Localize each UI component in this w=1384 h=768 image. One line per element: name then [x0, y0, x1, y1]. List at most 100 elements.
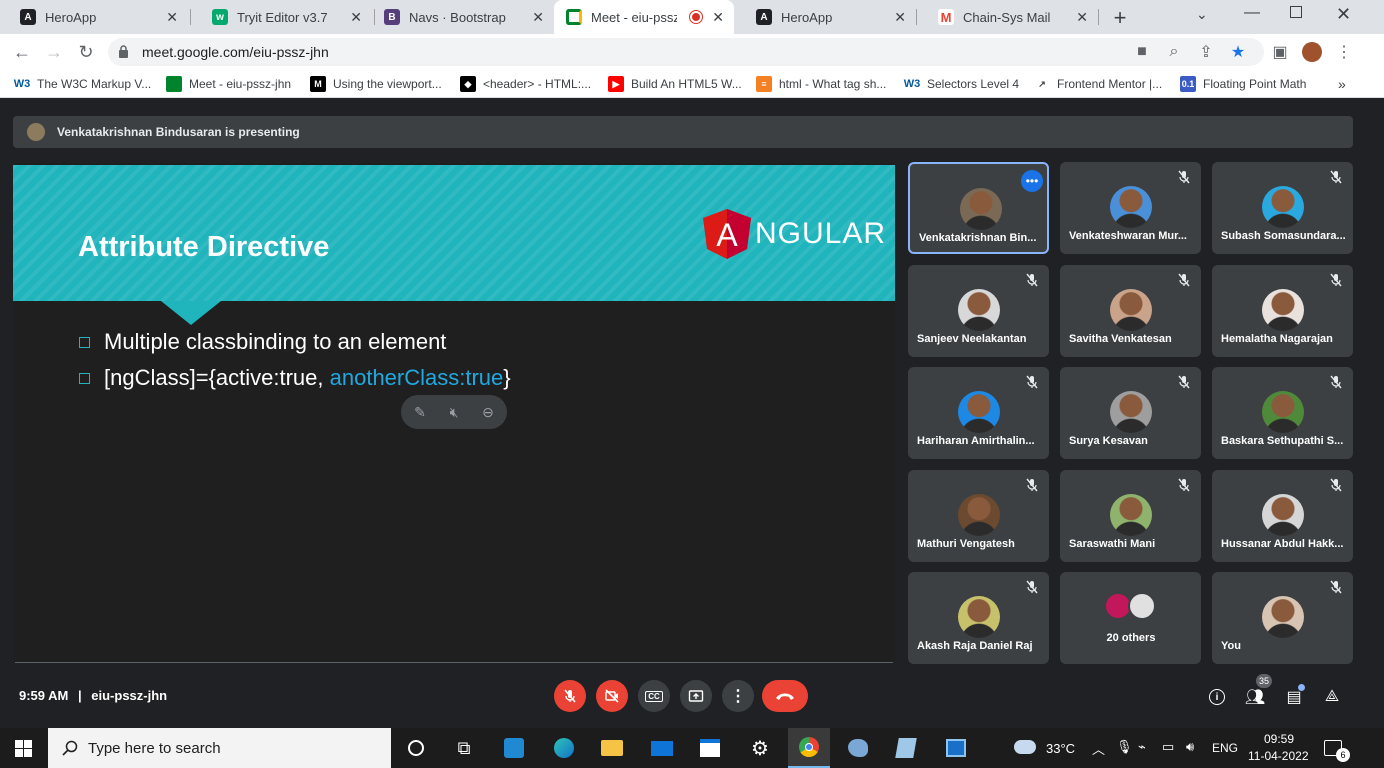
photos-icon[interactable]: [944, 736, 968, 760]
microphone-tray-icon[interactable]: 🎙︎: [1116, 739, 1133, 755]
bookmark-item[interactable]: ◆ <header> - HTML:...: [460, 75, 591, 93]
back-button[interactable]: ←: [10, 40, 34, 64]
chevron-up-icon[interactable]: ︿: [1092, 739, 1105, 758]
language-indicator[interactable]: ENG: [1212, 741, 1238, 755]
chat-button[interactable]: ▤: [1283, 684, 1305, 708]
pin-off-icon[interactable]: ✎: [411, 403, 429, 421]
bookmark-item[interactable]: ▶ Build An HTML5 W...: [608, 75, 742, 93]
avatar: [1110, 494, 1152, 536]
close-icon[interactable]: ✕: [1076, 9, 1088, 26]
bookmarks-overflow-button[interactable]: »: [1338, 75, 1346, 93]
chrome-taskbar-active[interactable]: [788, 728, 830, 768]
participant-tile[interactable]: Venkatakrishnan Bin... •••: [908, 162, 1049, 254]
participant-tile[interactable]: Hariharan Amirthalin...: [908, 367, 1049, 459]
cortana-icon[interactable]: [404, 736, 428, 760]
clock-time[interactable]: 09:59: [1264, 732, 1294, 746]
mic-off-icon: [1178, 273, 1190, 287]
tab-title: HeroApp: [781, 9, 833, 25]
bookmark-star-icon[interactable]: ★: [1228, 42, 1248, 62]
minimize-button[interactable]: —: [1244, 4, 1260, 22]
volume-icon[interactable]: 🔊︎: [1186, 739, 1194, 755]
vscode-icon[interactable]: [502, 736, 526, 760]
mail-icon[interactable]: [650, 736, 674, 760]
participant-name: Hemalatha Nagarajan: [1221, 333, 1333, 345]
activities-icon: ⟁: [1324, 688, 1340, 705]
edge-icon[interactable]: [552, 736, 576, 760]
new-tab-button[interactable]: +: [1110, 5, 1130, 30]
participant-tile[interactable]: Venkateshwaran Mur...: [1060, 162, 1201, 254]
separator: |: [78, 688, 82, 703]
taskbar-search-box[interactable]: Type here to search: [48, 728, 391, 768]
captions-button[interactable]: CC: [638, 680, 670, 712]
close-icon[interactable]: ✕: [894, 9, 906, 26]
participant-tile[interactable]: Akash Raja Daniel Raj: [908, 572, 1049, 664]
url-text[interactable]: meet.google.com/eiu-pssz-jhn: [142, 44, 329, 60]
tab-heroapp[interactable]: A HeroApp ✕: [0, 0, 188, 34]
settings-gear-icon[interactable]: ⚙: [748, 736, 772, 760]
mute-audio-icon[interactable]: 🔇︎: [445, 403, 463, 421]
meeting-details-button[interactable]: i: [1206, 686, 1228, 708]
tab-meet[interactable]: Meet - eiu-pssz-jh ✕: [554, 0, 734, 34]
participant-tile[interactable]: You: [1212, 572, 1353, 664]
tab-heroapp-2[interactable]: A HeroApp ✕: [736, 0, 916, 34]
maximize-button[interactable]: [1290, 6, 1302, 18]
address-bar[interactable]: meet.google.com/eiu-pssz-jhn ■ ⌕ ⇪ ★: [108, 38, 1264, 66]
notepad-icon[interactable]: [894, 736, 918, 760]
bookmark-item[interactable]: ≡ html - What tag sh...: [756, 75, 886, 93]
tab-gmail[interactable]: M Chain-Sys Mail ✕: [918, 0, 1098, 34]
camera-icon[interactable]: ■: [1132, 42, 1152, 62]
tab-tryit-editor[interactable]: w Tryit Editor v3.7 ✕: [192, 0, 372, 34]
participant-tile[interactable]: Mathuri Vengatesh: [908, 470, 1049, 562]
zoom-icon[interactable]: ⌕: [1164, 42, 1184, 62]
sidepanel-icon[interactable]: ▣: [1270, 42, 1290, 62]
bookmark-item[interactable]: Meet - eiu-pssz-jhn: [166, 75, 291, 93]
bookmark-item[interactable]: W3 The W3C Markup V...: [14, 75, 152, 93]
store-icon[interactable]: [698, 736, 722, 760]
participant-name: Surya Kesavan: [1069, 435, 1148, 447]
close-icon[interactable]: ✕: [350, 9, 362, 26]
participant-tile[interactable]: Baskara Sethupathi S...: [1212, 367, 1353, 459]
bookmark-item[interactable]: M Using the viewport...: [310, 75, 442, 93]
reload-button[interactable]: ↻: [74, 40, 98, 64]
menu-icon[interactable]: ⋮: [1334, 42, 1354, 62]
power-tray-icon[interactable]: ⌁: [1138, 739, 1146, 755]
present-button[interactable]: [680, 680, 712, 712]
people-button[interactable]: 👥︎: [1244, 686, 1266, 708]
close-icon[interactable]: ✕: [532, 9, 544, 26]
participant-tile[interactable]: Surya Kesavan: [1060, 367, 1201, 459]
participant-tile[interactable]: Hussanar Abdul Hakk...: [1212, 470, 1353, 562]
participant-tile[interactable]: Saraswathi Mani: [1060, 470, 1201, 562]
file-explorer-icon[interactable]: [600, 736, 624, 760]
microphone-button[interactable]: [554, 680, 586, 712]
window-close-button[interactable]: ✕: [1336, 4, 1351, 25]
network-icon[interactable]: ▭: [1162, 739, 1174, 755]
share-icon[interactable]: ⇪: [1196, 42, 1216, 62]
bookmark-item[interactable]: 0.1 Floating Point Math: [1180, 75, 1306, 93]
bookmark-item[interactable]: W3 Selectors Level 4: [904, 75, 1019, 93]
task-view-icon[interactable]: ⧉: [452, 736, 476, 760]
participant-tile[interactable]: Sanjeev Neelakantan: [908, 265, 1049, 357]
remove-icon[interactable]: ⊖: [479, 403, 497, 421]
camera-button[interactable]: [596, 680, 628, 712]
paint-icon[interactable]: [846, 736, 870, 760]
leave-call-button[interactable]: [762, 680, 808, 712]
windows-start-icon[interactable]: [15, 740, 32, 757]
more-options-button[interactable]: ⋮: [722, 680, 754, 712]
weather-cloud-icon[interactable]: [1014, 740, 1036, 754]
profile-avatar[interactable]: [1302, 42, 1322, 62]
clock-date[interactable]: 11-04-2022: [1248, 749, 1309, 763]
participant-tile[interactable]: Savitha Venkatesan: [1060, 265, 1201, 357]
participant-tile[interactable]: Hemalatha Nagarajan: [1212, 265, 1353, 357]
meet-icon: [566, 9, 582, 25]
tab-search-icon[interactable]: ⌄: [1196, 6, 1208, 23]
weather-temp[interactable]: 33°C: [1046, 741, 1075, 756]
close-icon[interactable]: ✕: [712, 9, 724, 26]
more-options-icon[interactable]: •••: [1021, 170, 1043, 192]
participant-tile[interactable]: 20 others: [1060, 572, 1201, 664]
tab-bootstrap[interactable]: B Navs · Bootstrap ✕: [364, 0, 554, 34]
forward-button[interactable]: →: [42, 40, 66, 64]
bookmark-item[interactable]: ↗ Frontend Mentor |...: [1034, 75, 1162, 93]
participant-tile[interactable]: Subash Somasundara...: [1212, 162, 1353, 254]
close-icon[interactable]: ✕: [166, 9, 178, 26]
activities-button[interactable]: ⟁: [1321, 686, 1343, 708]
